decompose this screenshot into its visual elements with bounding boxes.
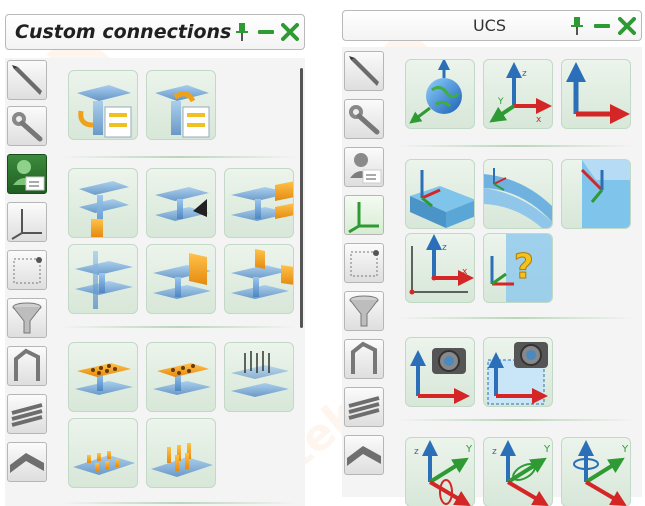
separator (60, 156, 298, 158)
wrench-icon[interactable] (7, 106, 47, 146)
angle-profile-icon[interactable] (7, 442, 47, 482)
ucs-object-icon[interactable] (405, 159, 475, 229)
ucs-edge-icon[interactable] (561, 159, 631, 229)
profile-stack-icon[interactable] (7, 394, 47, 434)
ucs-panel: UCS z Y x z x ? Y z Y z Y (340, 6, 645, 506)
separator (397, 419, 635, 421)
beam-column-plate-icon[interactable] (68, 168, 138, 238)
bolted-plate-icon[interactable] (68, 342, 138, 412)
question-mark-icon: ? (514, 247, 534, 287)
ucs-query-icon[interactable]: ? (483, 233, 553, 303)
ucs-view-icon[interactable] (405, 337, 475, 407)
shear-studs-icon[interactable] (68, 418, 138, 488)
ucs-curved-icon[interactable] (483, 159, 553, 229)
ucs-view-box-icon[interactable] (483, 337, 553, 407)
rotate-x-icon[interactable]: Yz (405, 437, 475, 506)
axis-label-z: z (442, 243, 447, 253)
axis-label-y: Y (497, 97, 504, 107)
separator (397, 317, 635, 319)
pencil-icon[interactable] (344, 51, 384, 91)
beam-splice-plate-icon[interactable] (224, 168, 294, 238)
axis-label-y: Y (621, 444, 629, 455)
funnel-icon[interactable] (7, 298, 47, 338)
minimize-icon[interactable] (256, 21, 277, 43)
anchor-rods-icon[interactable] (224, 342, 294, 412)
panel-content: zYx zx ? Y z Y z Y (342, 47, 642, 506)
rotate-y-icon[interactable]: Yz (483, 437, 553, 506)
ucs-world-icon[interactable] (405, 59, 475, 129)
close-icon[interactable] (280, 21, 301, 43)
beam-seat-icon[interactable] (224, 244, 294, 314)
bent-plate-icon[interactable] (7, 346, 47, 386)
axis-label-y: Y (465, 444, 473, 455)
beam-haunch-icon[interactable] (146, 168, 216, 238)
panel-title: Custom connections (15, 21, 232, 43)
connection-insert-icon[interactable] (68, 70, 138, 140)
panel-titlebar: Custom connections (5, 14, 305, 50)
point-box-icon[interactable] (7, 250, 47, 290)
pin-icon[interactable] (566, 15, 588, 37)
beam-stiffener-icon[interactable] (68, 244, 138, 314)
connection-edit-icon[interactable] (146, 70, 216, 140)
panel-content (5, 58, 305, 506)
ucs-axes-icon[interactable] (7, 202, 47, 242)
axis-label-x: x (536, 115, 542, 125)
panel-title: UCS (472, 16, 507, 35)
axis-label-x: x (462, 267, 468, 277)
ucs-3point-icon[interactable]: zx (405, 233, 475, 303)
axis-label-z: z (522, 69, 527, 79)
minimize-icon[interactable] (591, 15, 613, 37)
separator (397, 145, 635, 147)
angle-profile-icon[interactable] (344, 435, 384, 475)
ucs-axes-icon[interactable] (344, 195, 384, 235)
pin-icon[interactable] (231, 21, 252, 43)
rotate-z-icon[interactable]: Y (561, 437, 631, 506)
close-icon[interactable] (616, 15, 638, 37)
separator (60, 326, 298, 328)
axis-label-z: z (492, 447, 497, 457)
scrollbar[interactable] (300, 68, 303, 328)
custom-connections-panel: Custom connections (5, 6, 310, 506)
user-card-icon[interactable] (344, 147, 384, 187)
wrench-icon[interactable] (344, 99, 384, 139)
panel-titlebar: UCS (342, 10, 642, 41)
point-box-icon[interactable] (344, 243, 384, 283)
pencil-icon[interactable] (7, 60, 47, 100)
bent-plate-icon[interactable] (344, 339, 384, 379)
user-card-icon[interactable] (7, 154, 47, 194)
axis-label-y: Y (543, 444, 551, 455)
deck-studs-icon[interactable] (146, 418, 216, 488)
bolted-flange-icon[interactable] (146, 342, 216, 412)
beam-end-plate-icon[interactable] (146, 244, 216, 314)
ucs-2d-icon[interactable] (561, 59, 631, 129)
axis-label-z: z (414, 447, 419, 457)
separator (60, 502, 298, 504)
funnel-icon[interactable] (344, 291, 384, 331)
profile-stack-icon[interactable] (344, 387, 384, 427)
ucs-3d-icon[interactable]: z Yx (483, 59, 553, 129)
